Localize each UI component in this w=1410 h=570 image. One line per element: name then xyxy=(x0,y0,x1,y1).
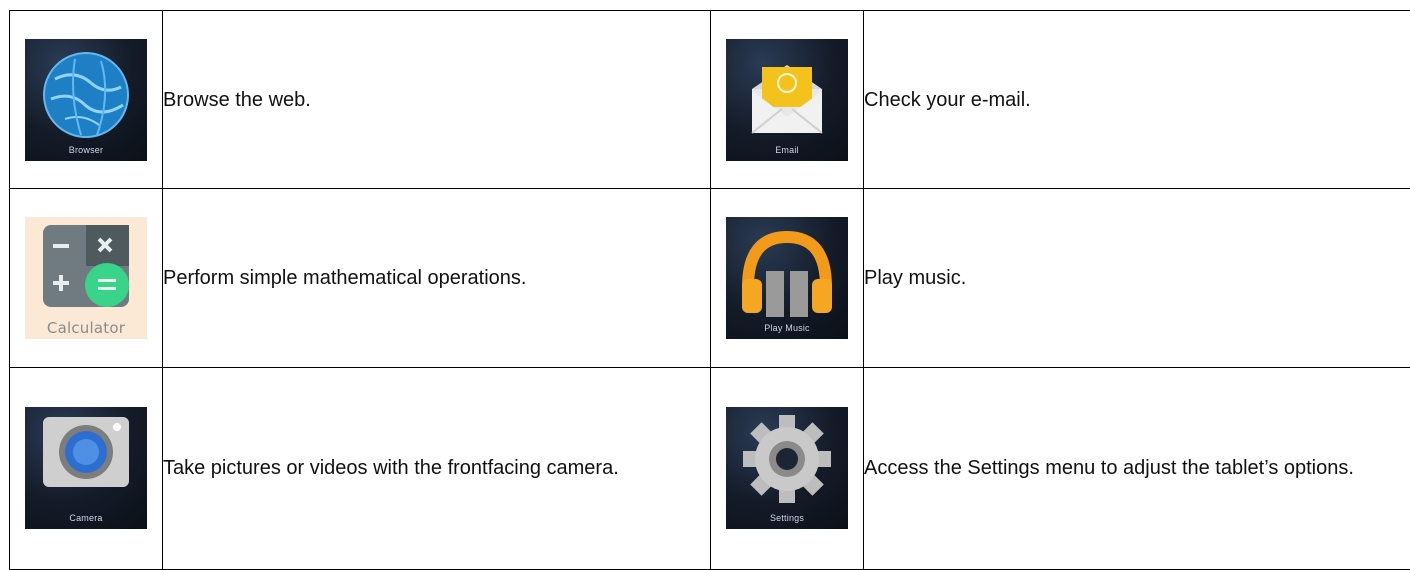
icon-cell: Calculator xyxy=(10,189,163,367)
icon-caption: Play Music xyxy=(726,323,848,333)
settings-icon xyxy=(726,407,848,529)
browser-icon xyxy=(25,39,147,161)
icon-cell: Camera xyxy=(10,367,163,569)
table-row: Camera Take pictures or videos with the … xyxy=(10,367,1410,569)
settings-app-icon: Settings xyxy=(726,407,848,529)
play-music-icon xyxy=(726,217,848,339)
calculator-app-icon: Calculator xyxy=(25,217,147,339)
table-row: Browser Browse the web. Email Check your… xyxy=(10,11,1410,189)
description-cell: Play music. xyxy=(864,189,1410,367)
icon-cell: Browser xyxy=(10,11,163,189)
icon-cell: Play Music xyxy=(711,189,864,367)
camera-icon xyxy=(25,407,147,529)
table-row: Calculator Perform simple mathematical o… xyxy=(10,189,1410,367)
description-cell: Browse the web. xyxy=(163,11,711,189)
icon-cell: Email xyxy=(711,11,864,189)
apps-table: Browser Browse the web. Email Check your… xyxy=(9,10,1410,570)
description-cell: Access the Settings menu to adjust the t… xyxy=(864,367,1410,569)
icon-caption: Settings xyxy=(726,513,848,523)
browser-app-icon: Browser xyxy=(25,39,147,161)
icon-caption: Browser xyxy=(25,145,147,155)
email-app-icon: Email xyxy=(726,39,848,161)
email-icon xyxy=(726,39,848,161)
icon-caption: Camera xyxy=(25,513,147,523)
icon-caption: Email xyxy=(726,145,848,155)
icon-caption: Calculator xyxy=(25,319,147,337)
description-cell: Perform simple mathematical operations. xyxy=(163,189,711,367)
description-cell: Check your e-mail. xyxy=(864,11,1410,189)
camera-app-icon: Camera xyxy=(25,407,147,529)
icon-cell: Settings xyxy=(711,367,864,569)
description-cell: Take pictures or videos with the frontfa… xyxy=(163,367,711,569)
play-music-app-icon: Play Music xyxy=(726,217,848,339)
